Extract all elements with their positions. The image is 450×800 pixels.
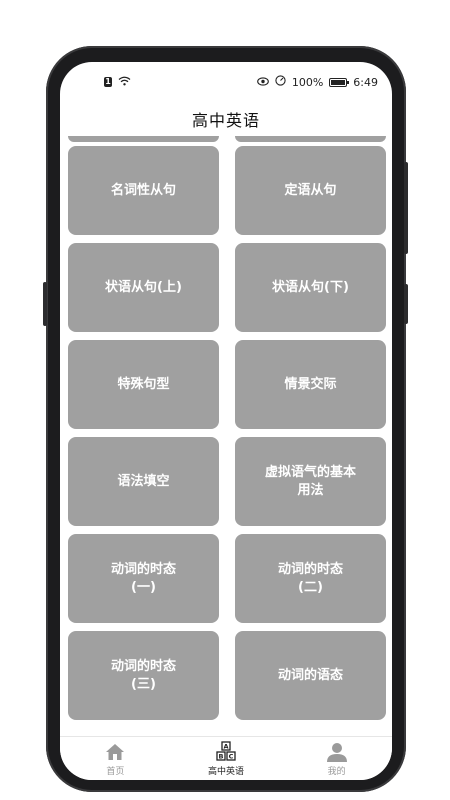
wifi-icon: [118, 76, 131, 89]
card-situational-dialogue[interactable]: 情景交际: [235, 340, 386, 429]
card-noun-clause[interactable]: 名词性从句: [68, 146, 219, 235]
tab-english[interactable]: A B C 高中英语: [186, 741, 266, 777]
eye-comfort-icon: [256, 76, 269, 89]
svg-text:B: B: [219, 753, 224, 761]
tab-home[interactable]: 首页: [75, 741, 155, 777]
status-bar: 1 100% 6:49: [60, 62, 392, 102]
svg-text:A: A: [223, 743, 228, 751]
partial-card: [235, 136, 386, 142]
card-adverbial-clause-1[interactable]: 状语从句(上): [68, 243, 219, 332]
phone-screen: 1 100% 6:49 高中英语 名词性从句 定语从句 状语从句(上) 状语从句…: [60, 62, 392, 780]
speedometer-icon: [275, 75, 286, 89]
tab-mine-label: 我的: [327, 767, 346, 777]
card-verb-tense-1[interactable]: 动词的时态 (一): [68, 534, 219, 623]
card-subjunctive-mood[interactable]: 虚拟语气的基本 用法: [235, 437, 386, 526]
clock-time: 6:49: [353, 75, 378, 89]
volume-button: [43, 282, 47, 326]
sim-card-icon: 1: [104, 77, 112, 87]
card-special-sentences[interactable]: 特殊句型: [68, 340, 219, 429]
card-verb-tense-2[interactable]: 动词的时态 (二): [235, 534, 386, 623]
partial-card: [68, 136, 219, 142]
abc-blocks-icon: A B C: [215, 741, 237, 763]
side-button: [404, 284, 408, 324]
power-button: [404, 162, 408, 254]
home-icon: [105, 741, 125, 763]
bottom-tab-bar: 首页 A B C 高中英语 我的: [60, 736, 392, 780]
person-icon: [326, 741, 348, 763]
page-title: 高中英语: [191, 111, 260, 130]
tab-mine[interactable]: 我的: [297, 741, 377, 777]
tab-home-label: 首页: [106, 767, 125, 777]
card-verb-tense-3[interactable]: 动词的时态 (三): [68, 631, 219, 720]
tab-english-label: 高中英语: [207, 767, 244, 777]
card-grammar-fill[interactable]: 语法填空: [68, 437, 219, 526]
card-scroll-area[interactable]: 名词性从句 定语从句 状语从句(上) 状语从句(下) 特殊句型 情景交际 语法填…: [60, 136, 392, 736]
card-attributive-clause[interactable]: 定语从句: [235, 146, 386, 235]
card-adverbial-clause-2[interactable]: 状语从句(下): [235, 243, 386, 332]
battery-icon: [329, 77, 350, 87]
svg-text:C: C: [229, 753, 234, 761]
card-verb-voice[interactable]: 动词的语态: [235, 631, 386, 720]
battery-percent: 100%: [291, 75, 324, 89]
